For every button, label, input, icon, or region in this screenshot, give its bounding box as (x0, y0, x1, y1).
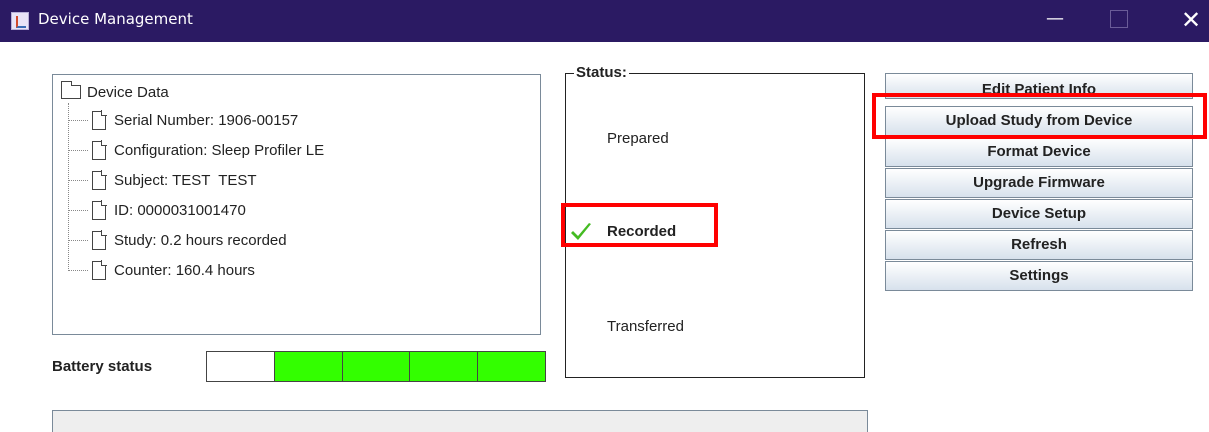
document-icon (92, 140, 107, 160)
folder-icon (60, 81, 81, 99)
status-legend: Status: (574, 64, 629, 81)
highlight-recorded (561, 203, 718, 247)
tree-item-counter[interactable]: Counter: 160.4 hours (68, 255, 255, 285)
tree-item-serial-number[interactable]: Serial Number: 1906-00157 (68, 105, 298, 135)
java-app-icon (11, 12, 29, 30)
document-icon (92, 170, 107, 190)
status-stage-prepared: Prepared (607, 130, 669, 147)
document-icon (92, 230, 107, 250)
tree-root[interactable]: Device Data (60, 81, 169, 103)
tree-item-label: Serial Number: 1906-00157 (114, 111, 299, 129)
tree-item-id[interactable]: ID: 0000031001470 (68, 195, 246, 225)
tree-item-configuration[interactable]: Configuration: Sleep Profiler LE (68, 135, 324, 165)
settings-button[interactable]: Settings (885, 261, 1193, 291)
tree-item-label: Subject: TEST TEST (114, 171, 257, 189)
document-icon (92, 260, 107, 280)
tree-item-subject[interactable]: Subject: TEST TEST (68, 165, 257, 195)
document-icon (92, 200, 107, 220)
status-stage-transferred: Transferred (607, 318, 684, 335)
tree-item-label: ID: 0000031001470 (114, 201, 246, 219)
window-title: Device Management (38, 10, 193, 28)
tree-item-label: Configuration: Sleep Profiler LE (114, 141, 325, 159)
battery-segment (273, 352, 342, 381)
tree-item-label: Study: 0.2 hours recorded (114, 231, 287, 249)
message-area (52, 410, 868, 432)
tree-root-label: Device Data (87, 83, 169, 101)
battery-status-bar (206, 351, 546, 382)
upgrade-firmware-button[interactable]: Upgrade Firmware (885, 168, 1193, 198)
device-data-tree[interactable]: Device Data Serial Number: 1906-00157 Co… (52, 74, 541, 335)
tree-item-label: Counter: 160.4 hours (114, 261, 255, 279)
document-icon (92, 110, 107, 130)
highlight-upload-study (872, 93, 1207, 139)
battery-segment (409, 352, 478, 381)
tree-item-study[interactable]: Study: 0.2 hours recorded (68, 225, 287, 255)
format-device-button[interactable]: Format Device (885, 137, 1193, 167)
battery-status-label: Battery status (52, 358, 153, 375)
refresh-button[interactable]: Refresh (885, 230, 1193, 260)
battery-segment (341, 352, 410, 381)
close-button[interactable]: ✕ (1178, 8, 1204, 34)
device-setup-button[interactable]: Device Setup (885, 199, 1193, 229)
title-bar: Device Management — ✕ (0, 0, 1209, 42)
battery-segment (207, 352, 274, 381)
battery-segment (477, 352, 545, 381)
maximize-button[interactable] (1110, 10, 1128, 28)
minimize-button[interactable]: — (1042, 8, 1068, 34)
